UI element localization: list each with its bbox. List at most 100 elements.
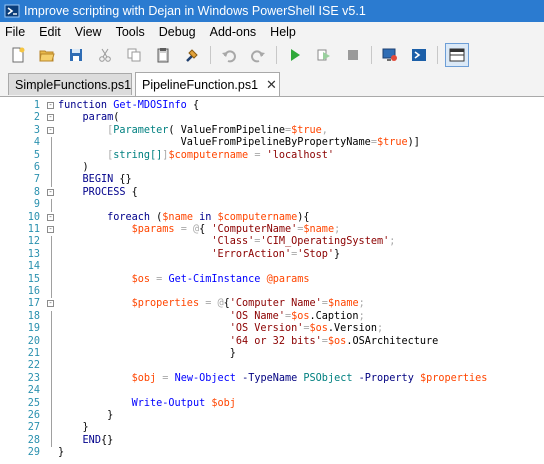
close-tab-icon[interactable]: ✕ bbox=[266, 77, 277, 93]
line-number: 13 bbox=[27, 248, 40, 260]
code-text: $os = Get-CimInstance @params bbox=[131, 273, 310, 285]
code-line[interactable]: 23 $obj = New-Object -TypeName PSObject … bbox=[0, 372, 544, 386]
fold-guide bbox=[51, 149, 52, 162]
line-number: 4 bbox=[33, 137, 40, 149]
show-script-pane-button[interactable] bbox=[445, 43, 469, 67]
code-line[interactable]: 25 Write-Output $obj bbox=[0, 397, 544, 410]
fold-guide bbox=[51, 335, 52, 348]
toolbar bbox=[0, 42, 544, 68]
code-text: $obj = New-Object -TypeName PSObject -Pr… bbox=[131, 372, 488, 384]
redo-icon bbox=[251, 50, 265, 63]
code-text: $properties = @{'Computer Name'=$name; bbox=[131, 298, 365, 310]
code-text: '64 or 32 bits'=$os.OSArchitecture bbox=[229, 335, 439, 347]
menu-tools[interactable]: Tools bbox=[109, 25, 152, 39]
code-line[interactable]: 1- function Get-MDOSInfo { bbox=[0, 100, 544, 112]
redo-button[interactable] bbox=[247, 44, 269, 66]
code-line[interactable]: 13 'ErrorAction'='Stop'} bbox=[0, 248, 544, 262]
code-line[interactable]: 5 [string[]]$computername = 'localhost' bbox=[0, 149, 544, 162]
new-file-button[interactable] bbox=[7, 44, 29, 66]
code-line[interactable]: 4 ValueFromPipelineByPropertyName=$true)… bbox=[0, 137, 544, 150]
tab-label: SimpleFunctions.ps1 bbox=[15, 77, 132, 92]
line-number: 19 bbox=[27, 323, 40, 335]
code-line[interactable]: 14 bbox=[0, 261, 544, 274]
line-number: 16 bbox=[27, 286, 40, 297]
code-line[interactable]: 29} bbox=[0, 447, 544, 459]
save-icon bbox=[70, 49, 82, 61]
code-line[interactable]: 10- foreach ($name in $computername){ bbox=[0, 212, 544, 224]
code-line[interactable]: 22 bbox=[0, 360, 544, 373]
code-line[interactable]: 15 $os = Get-CimInstance @params bbox=[0, 273, 544, 286]
menu-help[interactable]: Help bbox=[263, 25, 303, 39]
menu-view[interactable]: View bbox=[68, 25, 109, 39]
start-powershell-button[interactable] bbox=[408, 44, 430, 66]
menu-file[interactable]: File bbox=[0, 25, 32, 39]
code-line[interactable]: 2- param( bbox=[0, 112, 544, 124]
code-text: } bbox=[58, 410, 114, 421]
code-text: [string[]]$computername = 'localhost' bbox=[107, 149, 335, 161]
tab-simple-functions[interactable]: SimpleFunctions.ps1 bbox=[8, 73, 132, 95]
show-script-pane-icon bbox=[449, 48, 465, 62]
code-text: PROCESS { bbox=[82, 186, 138, 198]
save-button[interactable] bbox=[65, 44, 87, 66]
script-editor[interactable]: 1- function Get-MDOSInfo {2- param(3- [Pa… bbox=[0, 97, 544, 464]
undo-icon bbox=[222, 50, 236, 63]
line-number: 24 bbox=[27, 385, 40, 397]
collapse-toggle-icon[interactable]: - bbox=[47, 102, 54, 109]
menu-edit[interactable]: Edit bbox=[32, 25, 68, 39]
code-line[interactable]: 26 } bbox=[0, 410, 544, 423]
code-line[interactable]: 12 'Class'='CIM_OperatingSystem'; bbox=[0, 236, 544, 249]
code-line[interactable]: 28 END{} bbox=[0, 434, 544, 448]
code-line[interactable]: 18 'OS Name'=$os.Caption; bbox=[0, 310, 544, 324]
cut-button[interactable] bbox=[94, 44, 116, 66]
code-text: 'OS Name'=$os.Caption; bbox=[229, 310, 365, 322]
menu-debug[interactable]: Debug bbox=[152, 25, 203, 39]
collapse-toggle-icon[interactable]: - bbox=[47, 126, 54, 134]
toolbar-separator bbox=[437, 46, 438, 64]
collapse-toggle-icon[interactable]: - bbox=[47, 188, 54, 196]
collapse-toggle-icon[interactable]: - bbox=[47, 226, 54, 233]
fold-guide bbox=[51, 397, 52, 410]
code-line[interactable]: 8- PROCESS { bbox=[0, 187, 544, 199]
collapse-toggle-icon[interactable]: - bbox=[47, 213, 54, 221]
open-button[interactable] bbox=[36, 44, 58, 66]
code-text: } bbox=[58, 422, 89, 434]
code-line[interactable]: 6 ) bbox=[0, 162, 544, 175]
copy-icon bbox=[127, 48, 141, 62]
code-line[interactable]: 16 bbox=[0, 286, 544, 299]
code-line[interactable]: 19 'OS Version'=$os.Version; bbox=[0, 323, 544, 336]
run-script-icon bbox=[291, 49, 300, 61]
stop-button[interactable] bbox=[342, 44, 364, 66]
code-line[interactable]: 7 BEGIN {} bbox=[0, 174, 544, 187]
fold-guide bbox=[51, 162, 52, 175]
code-line[interactable]: 21 } bbox=[0, 348, 544, 361]
undo-button[interactable] bbox=[218, 44, 240, 66]
code-text: Write-Output $obj bbox=[131, 397, 236, 409]
tab-pipeline-function[interactable]: PipelineFunction.ps1 ✕ bbox=[135, 72, 280, 96]
line-number: 15 bbox=[27, 273, 40, 285]
run-script-button[interactable] bbox=[284, 44, 306, 66]
code-line[interactable]: 3- [Parameter( ValueFromPipeline=$true, bbox=[0, 125, 544, 137]
collapse-toggle-icon[interactable]: - bbox=[47, 114, 54, 122]
line-number: 22 bbox=[27, 360, 40, 372]
paste-button[interactable] bbox=[152, 44, 174, 66]
new-remote-tab-icon bbox=[382, 48, 397, 61]
menu-add-ons[interactable]: Add-ons bbox=[203, 25, 264, 39]
clear-console-button[interactable] bbox=[181, 44, 203, 66]
paste-icon bbox=[157, 48, 169, 63]
fold-guide bbox=[51, 372, 52, 386]
fold-guide bbox=[51, 360, 52, 373]
code-line[interactable]: 20 '64 or 32 bits'=$os.OSArchitecture bbox=[0, 335, 544, 348]
code-line[interactable]: 9 bbox=[0, 199, 544, 212]
code-line[interactable]: 27 } bbox=[0, 422, 544, 435]
fold-guide bbox=[51, 286, 52, 299]
code-line[interactable]: 11- $params = @{ 'ComputerName'=$name; bbox=[0, 224, 544, 236]
tab-strip: SimpleFunctions.ps1 PipelineFunction.ps1… bbox=[0, 68, 544, 97]
new-remote-tab-button[interactable] bbox=[379, 44, 401, 66]
tab-label: PipelineFunction.ps1 bbox=[142, 77, 259, 92]
collapse-toggle-icon[interactable]: - bbox=[47, 300, 54, 308]
line-number: 5 bbox=[33, 149, 40, 161]
code-line[interactable]: 24 bbox=[0, 385, 544, 398]
code-line[interactable]: 17- $properties = @{'Computer Name'=$nam… bbox=[0, 298, 544, 310]
copy-button[interactable] bbox=[123, 44, 145, 66]
run-selection-button[interactable] bbox=[313, 44, 335, 66]
